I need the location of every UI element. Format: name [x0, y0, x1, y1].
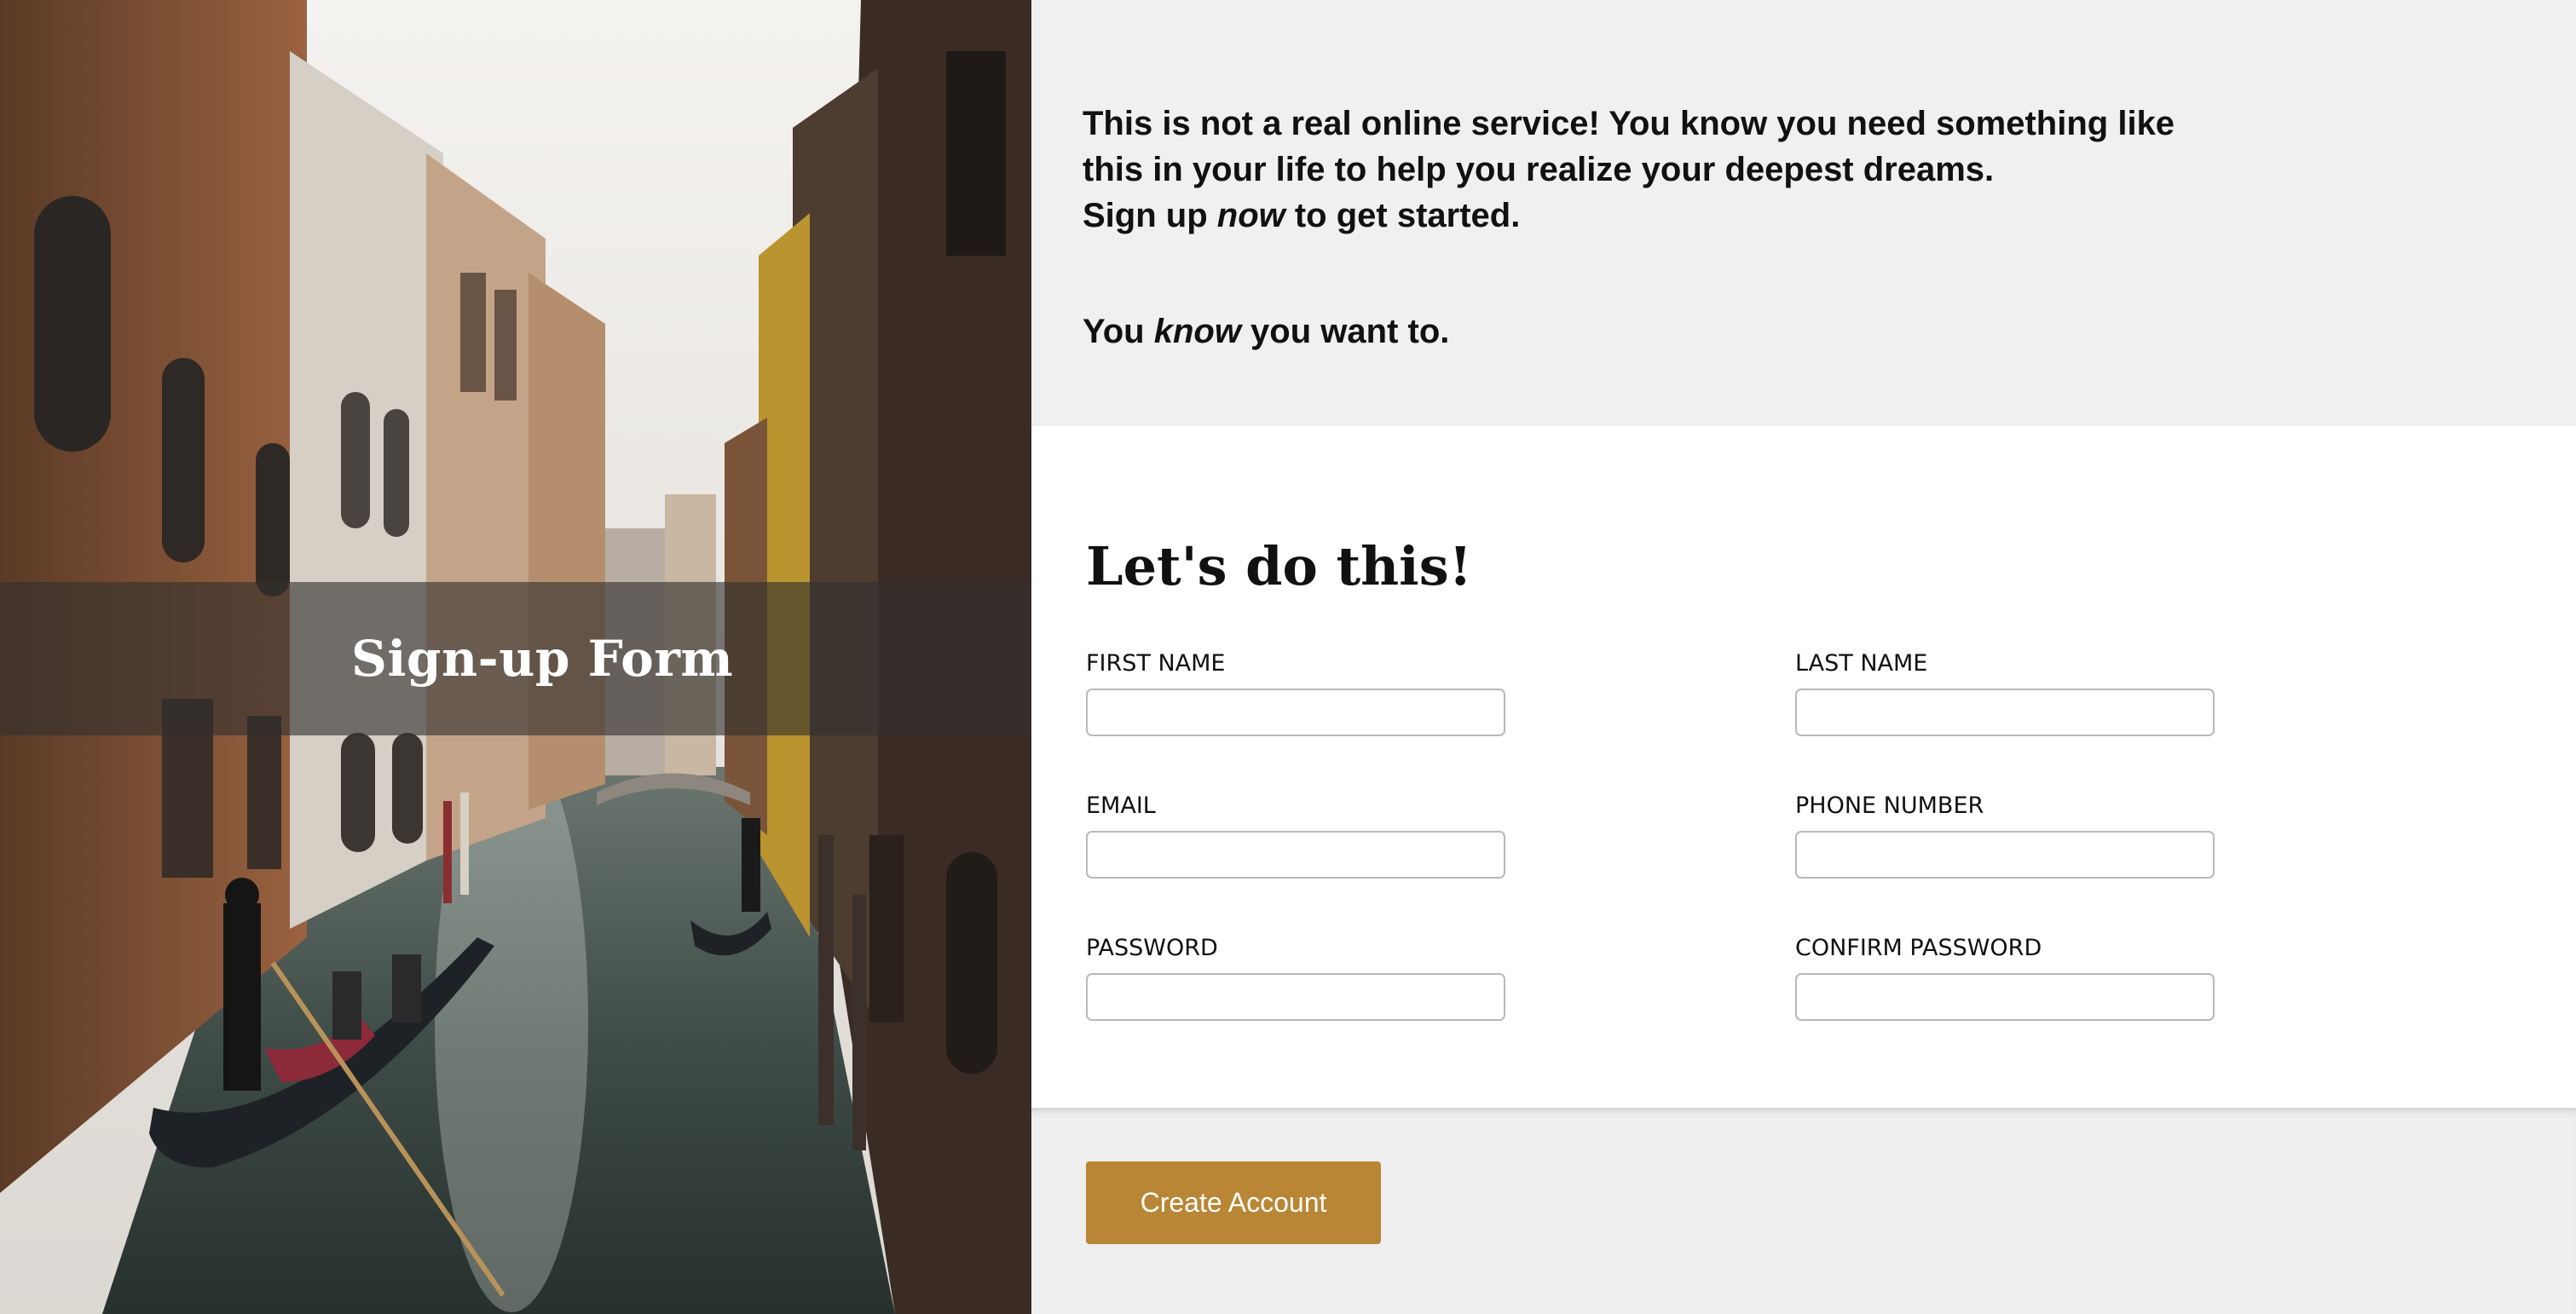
last-name-field-group: LAST NAME — [1795, 649, 2221, 736]
last-name-label: LAST NAME — [1795, 650, 1928, 677]
phone-label: PHONE NUMBER — [1795, 792, 1984, 819]
intro-line-2-end: to get started. — [1285, 197, 1521, 234]
intro-line-1: This is not a real online service! You k… — [1083, 105, 2175, 188]
first-name-input[interactable] — [1086, 689, 1505, 736]
intro-line-3: You know you want to. — [1083, 308, 2191, 354]
signup-form: Let's do this! FIRST NAME LAST NAME EMAI… — [1031, 426, 2576, 1108]
confirm-password-field-group: CONFIRM PASSWORD — [1795, 934, 2221, 1021]
intro-line-2: Sign up now to get started. — [1083, 193, 2191, 239]
confirm-password-label: CONFIRM PASSWORD — [1795, 935, 2042, 961]
form-heading: Let's do this! — [1086, 535, 1472, 597]
password-label: PASSWORD — [1086, 935, 1218, 961]
email-input[interactable] — [1086, 831, 1505, 879]
signup-page: Sign-up Form This is not a real online s… — [0, 0, 2576, 1314]
email-field-group: EMAIL — [1086, 792, 1512, 879]
password-field-group: PASSWORD — [1086, 934, 1512, 1021]
create-account-button[interactable]: Create Account — [1086, 1161, 1381, 1244]
hero-panel: Sign-up Form — [0, 0, 1031, 1314]
first-name-label: FIRST NAME — [1086, 650, 1226, 677]
password-input[interactable] — [1086, 973, 1505, 1021]
intro-text: This is not a real online service! You k… — [1083, 101, 2191, 354]
intro-section: This is not a real online service! You k… — [1031, 0, 2576, 426]
intro-spacer — [1083, 239, 2191, 308]
form-actions: Create Account — [1031, 1108, 2576, 1314]
intro-line-3-end: you want to. — [1240, 313, 1450, 350]
intro-line-2-emphasis: now — [1216, 197, 1285, 234]
last-name-input[interactable] — [1795, 689, 2215, 736]
content-panel: This is not a real online service! You k… — [1031, 0, 2576, 1314]
first-name-field-group: FIRST NAME — [1086, 649, 1512, 736]
intro-line-3-start: You — [1083, 313, 1154, 350]
email-label: EMAIL — [1086, 792, 1156, 819]
phone-field-group: PHONE NUMBER — [1795, 792, 2221, 879]
confirm-password-input[interactable] — [1795, 973, 2215, 1021]
phone-input[interactable] — [1795, 831, 2215, 879]
intro-line-2-start: Sign up — [1083, 197, 1217, 234]
intro-line-3-emphasis: know — [1153, 313, 1241, 350]
hero-title: Sign-up Form — [351, 630, 734, 688]
